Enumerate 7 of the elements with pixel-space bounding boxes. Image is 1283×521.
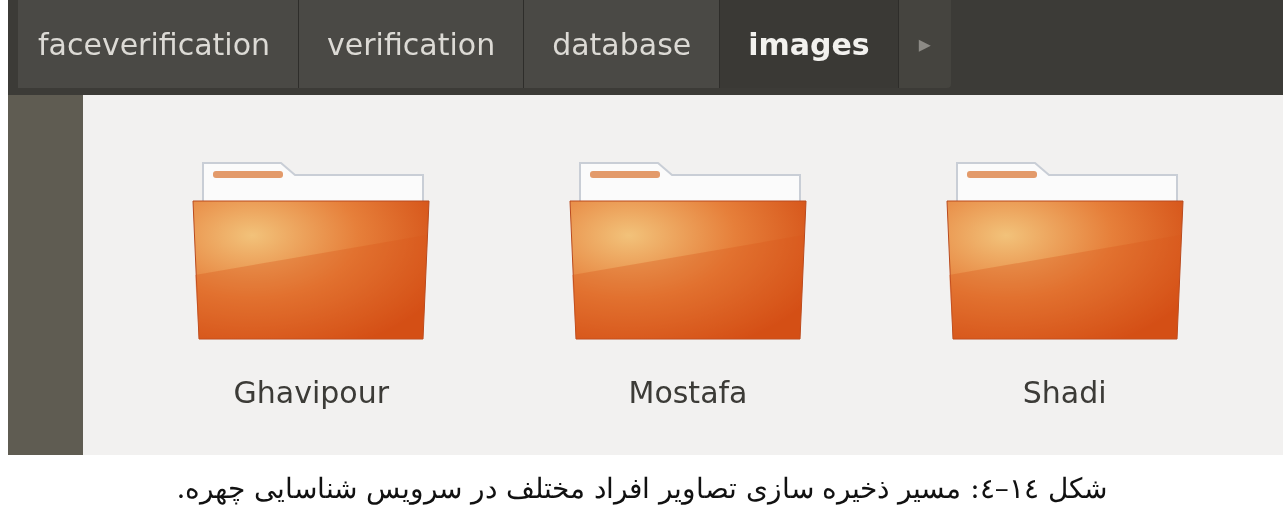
folder-name: Shadi (1022, 375, 1107, 410)
folder-name: Ghavipour (233, 375, 390, 410)
figure-caption: شکل ١٤–٤: مسیر ذخیره سازی تصاویر افراد مختلف در سرویس شناسایی چهره. (175, 470, 1108, 507)
path-segment[interactable]: database (524, 0, 721, 88)
path-segment[interactable]: verification (299, 0, 525, 88)
folder-name: Mostafa (628, 375, 748, 410)
path-segment[interactable]: faceverification (18, 0, 300, 88)
